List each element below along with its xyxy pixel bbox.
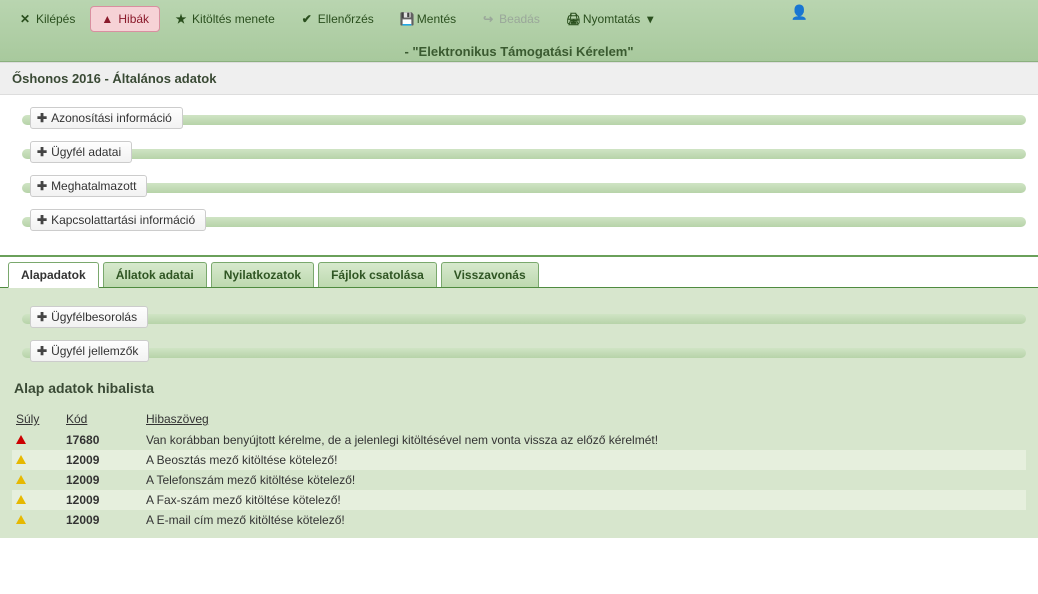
error-list-header: Súly Kód Hibaszöveg — [12, 408, 1026, 430]
accordion-band — [22, 348, 1026, 358]
accordion-label: Kapcsolattartási információ — [51, 213, 195, 227]
submit-button[interactable]: ↪ Beadás — [471, 6, 551, 32]
text-cell: A Fax-szám mező kitöltése kötelező! — [146, 493, 1022, 507]
tab-withdrawal[interactable]: Visszavonás — [441, 262, 539, 287]
text-cell: A Beosztás mező kitöltése kötelező! — [146, 453, 1022, 467]
exit-button[interactable]: ✕ Kilépés — [8, 6, 86, 32]
error-icon — [16, 435, 26, 444]
accordion-band — [22, 314, 1026, 324]
top-accordion-zone: ✚ Azonosítási információ ✚ Ügyfél adatai… — [0, 95, 1038, 255]
save-icon: 💾 — [400, 12, 412, 26]
accordion-authorized-toggle[interactable]: ✚ Meghatalmazott — [30, 175, 147, 197]
plus-icon: ✚ — [37, 145, 47, 159]
page-title: Őshonos 2016 - Általános adatok — [0, 62, 1038, 95]
user-icon[interactable]: 👤 — [791, 4, 808, 21]
code-cell: 12009 — [66, 513, 146, 527]
close-icon: ✕ — [19, 12, 31, 26]
tab-animal-data[interactable]: Állatok adatai — [103, 262, 207, 287]
severity-cell — [16, 493, 66, 507]
tab-bar: Alapadatok Állatok adatai Nyilatkozatok … — [0, 255, 1038, 288]
submit-label: Beadás — [499, 12, 540, 26]
accordion-contact: ✚ Kapcsolattartási információ — [12, 213, 1026, 231]
fill-guide-button[interactable]: ★ Kitöltés menete — [164, 6, 286, 32]
errors-button[interactable]: ▲ Hibák — [90, 6, 160, 32]
plus-icon: ✚ — [37, 213, 47, 227]
plus-icon: ✚ — [37, 344, 47, 358]
tab-declarations[interactable]: Nyilatkozatok — [211, 262, 314, 287]
severity-cell — [16, 513, 66, 527]
star-icon: ★ — [175, 12, 187, 26]
accordion-client-data: ✚ Ügyfél adatai — [12, 145, 1026, 163]
warning-icon: ▲ — [101, 12, 113, 26]
error-row: 12009 A Beosztás mező kitöltése kötelező… — [12, 450, 1026, 470]
accordion-label: Ügyfélbesorolás — [51, 310, 137, 324]
plus-icon: ✚ — [37, 310, 47, 324]
plus-icon: ✚ — [37, 111, 47, 125]
accordion-client-classification: ✚ Ügyfélbesorolás — [12, 310, 1026, 328]
check-icon: ✔ — [301, 12, 313, 26]
accordion-label: Azonosítási információ — [51, 111, 172, 125]
warning-icon — [16, 495, 26, 504]
accordion-authorized: ✚ Meghatalmazott — [12, 179, 1026, 197]
chevron-down-icon: ▾ — [644, 12, 656, 26]
accordion-client-classification-toggle[interactable]: ✚ Ügyfélbesorolás — [30, 306, 148, 328]
code-cell: 17680 — [66, 433, 146, 447]
text-cell: Van korábban benyújtott kérelme, de a je… — [146, 433, 1022, 447]
severity-cell — [16, 433, 66, 447]
text-cell: A Telefonszám mező kitöltése kötelező! — [146, 473, 1022, 487]
accordion-client-attributes: ✚ Ügyfél jellemzők — [12, 344, 1026, 362]
accordion-contact-toggle[interactable]: ✚ Kapcsolattartási információ — [30, 209, 206, 231]
accordion-client-data-toggle[interactable]: ✚ Ügyfél adatai — [30, 141, 132, 163]
code-cell: 12009 — [66, 473, 146, 487]
exit-label: Kilépés — [36, 12, 75, 26]
severity-cell — [16, 473, 66, 487]
app-subtitle: - "Elektronikus Támogatási Kérelem" — [8, 32, 1030, 59]
accordion-identification: ✚ Azonosítási információ — [12, 111, 1026, 129]
error-list-title: Alap adatok hibalista — [14, 380, 1026, 396]
col-text[interactable]: Hibaszöveg — [146, 412, 1022, 426]
check-label: Ellenőrzés — [318, 12, 374, 26]
accordion-band — [22, 149, 1026, 159]
errors-label: Hibák — [118, 12, 149, 26]
error-row: 12009 A E-mail cím mező kitöltése kötele… — [12, 510, 1026, 530]
accordion-client-attributes-toggle[interactable]: ✚ Ügyfél jellemzők — [30, 340, 149, 362]
print-icon: 🖨 — [566, 12, 578, 26]
accordion-identification-toggle[interactable]: ✚ Azonosítási információ — [30, 107, 183, 129]
plus-icon: ✚ — [37, 179, 47, 193]
top-toolbar: ✕ Kilépés ▲ Hibák ★ Kitöltés menete ✔ El… — [0, 0, 1038, 62]
submit-icon: ↪ — [482, 12, 494, 26]
code-cell: 12009 — [66, 493, 146, 507]
accordion-label: Meghatalmazott — [51, 179, 136, 193]
text-cell: A E-mail cím mező kitöltése kötelező! — [146, 513, 1022, 527]
fill-guide-label: Kitöltés menete — [192, 12, 275, 26]
col-code[interactable]: Kód — [66, 412, 146, 426]
error-row: 17680 Van korábban benyújtott kérelme, d… — [12, 430, 1026, 450]
accordion-label: Ügyfél adatai — [51, 145, 121, 159]
print-label: Nyomtatás — [583, 12, 640, 26]
check-button[interactable]: ✔ Ellenőrzés — [290, 6, 385, 32]
error-row: 12009 A Fax-szám mező kitöltése kötelező… — [12, 490, 1026, 510]
tab-attachments[interactable]: Fájlok csatolása — [318, 262, 437, 287]
accordion-label: Ügyfél jellemzők — [51, 344, 138, 358]
print-button[interactable]: 🖨 Nyomtatás ▾ — [555, 6, 667, 32]
warning-icon — [16, 455, 26, 464]
warning-icon — [16, 475, 26, 484]
save-label: Mentés — [417, 12, 456, 26]
code-cell: 12009 — [66, 453, 146, 467]
save-button[interactable]: 💾 Mentés — [389, 6, 467, 32]
tab-body-basic-data: ✚ Ügyfélbesorolás ✚ Ügyfél jellemzők Ala… — [0, 288, 1038, 538]
col-severity[interactable]: Súly — [16, 412, 66, 426]
warning-icon — [16, 515, 26, 524]
error-row: 12009 A Telefonszám mező kitöltése kötel… — [12, 470, 1026, 490]
accordion-band — [22, 183, 1026, 193]
severity-cell — [16, 453, 66, 467]
tab-basic-data[interactable]: Alapadatok — [8, 262, 99, 288]
